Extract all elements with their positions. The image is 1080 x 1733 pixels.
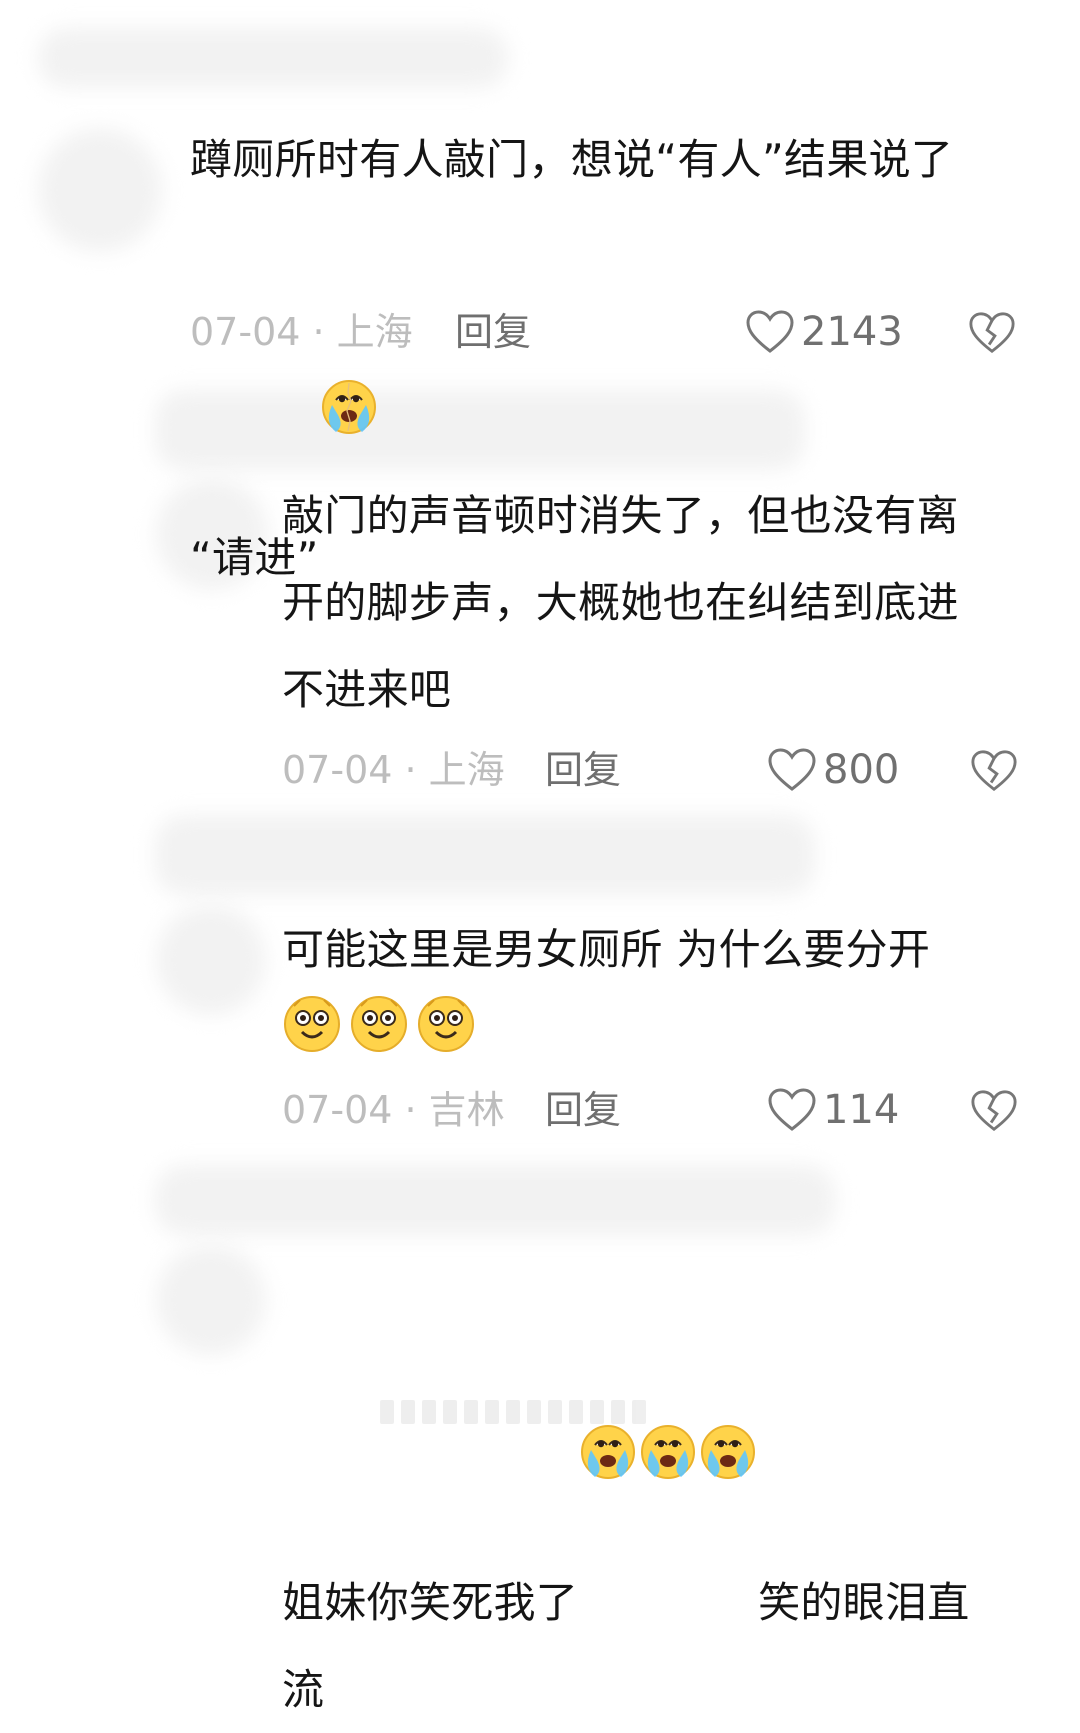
crying-face-emoji: [638, 1248, 698, 1479]
blurred-avatar-4: [156, 1245, 266, 1355]
comment-date: 07-04: [190, 310, 301, 354]
broken-heart-icon[interactable]: [970, 748, 1018, 794]
crying-face-emoji: [319, 203, 379, 434]
broken-heart-icon[interactable]: [968, 310, 1016, 356]
heart-outline-icon: [768, 748, 816, 791]
like-count: 114: [823, 1087, 900, 1133]
comment-meta: 07-04 · 吉林 回复 114: [282, 1080, 1042, 1140]
reply-button[interactable]: 回复: [545, 740, 621, 800]
heart-outline-icon: [746, 310, 794, 353]
comment-text: 姐妹你笑死我了 笑的眼泪直 流: [282, 1248, 1062, 1733]
meta-separator: ·: [392, 1088, 429, 1132]
blurred-avatar-1: [38, 128, 162, 252]
blurred-avatar-name-4: [155, 1165, 835, 1235]
blurred-avatar-name-1: [38, 28, 508, 88]
comment-meta: 07-04 · 上海 回复 800: [282, 740, 1042, 800]
heart-outline-icon: [768, 1088, 816, 1131]
meta-separator: ·: [392, 748, 429, 792]
comment-text: 敲门的声音顿时消失了，但也没有离 开的脚步声，大概她也在纠结到底进 不进来吧: [282, 491, 959, 714]
comment-location: 上海: [336, 310, 413, 354]
reply-button[interactable]: 回复: [545, 1080, 621, 1140]
comment-date: 07-04: [282, 1088, 393, 1132]
crying-face-emoji: [578, 1248, 638, 1479]
comment-meta: 07-04 · 上海 回复 2143: [190, 302, 1040, 362]
like-button[interactable]: 800: [767, 740, 899, 800]
smiling-face-emoji: [282, 994, 344, 1056]
like-count: 2143: [801, 309, 903, 355]
smiling-face-emoji: [349, 994, 411, 1056]
comment-text: 可能这里是男女厕所 为什么要分开: [282, 925, 931, 974]
meta-separator: ·: [300, 310, 337, 354]
like-count: 800: [823, 747, 900, 793]
blurred-avatar-3: [156, 905, 266, 1015]
emoji-row: [282, 994, 478, 1064]
smiling-face-emoji: [416, 994, 478, 1056]
faint-watermark: [380, 1400, 660, 1430]
comment-location: 上海: [428, 748, 505, 792]
blurred-avatar-name-3: [155, 815, 815, 895]
reply-button[interactable]: 回复: [455, 302, 531, 362]
comment-4: 姐妹你笑死我了 笑的眼泪直 流: [282, 1248, 1062, 1733]
comment-2: 敲门的声音顿时消失了，但也没有离 开的脚步声，大概她也在纠结到底进 不进来吧 0…: [282, 472, 1062, 793]
comment-location: 吉林: [428, 1088, 505, 1132]
like-button[interactable]: 2143: [745, 302, 903, 362]
like-button[interactable]: 114: [767, 1080, 899, 1140]
crying-face-emoji: [698, 1248, 758, 1479]
broken-heart-icon[interactable]: [970, 1088, 1018, 1134]
comment-3: 可能这里是男女厕所 为什么要分开 07-04 · 吉林 回复 114: [282, 906, 1062, 1133]
comment-date: 07-04: [282, 748, 393, 792]
